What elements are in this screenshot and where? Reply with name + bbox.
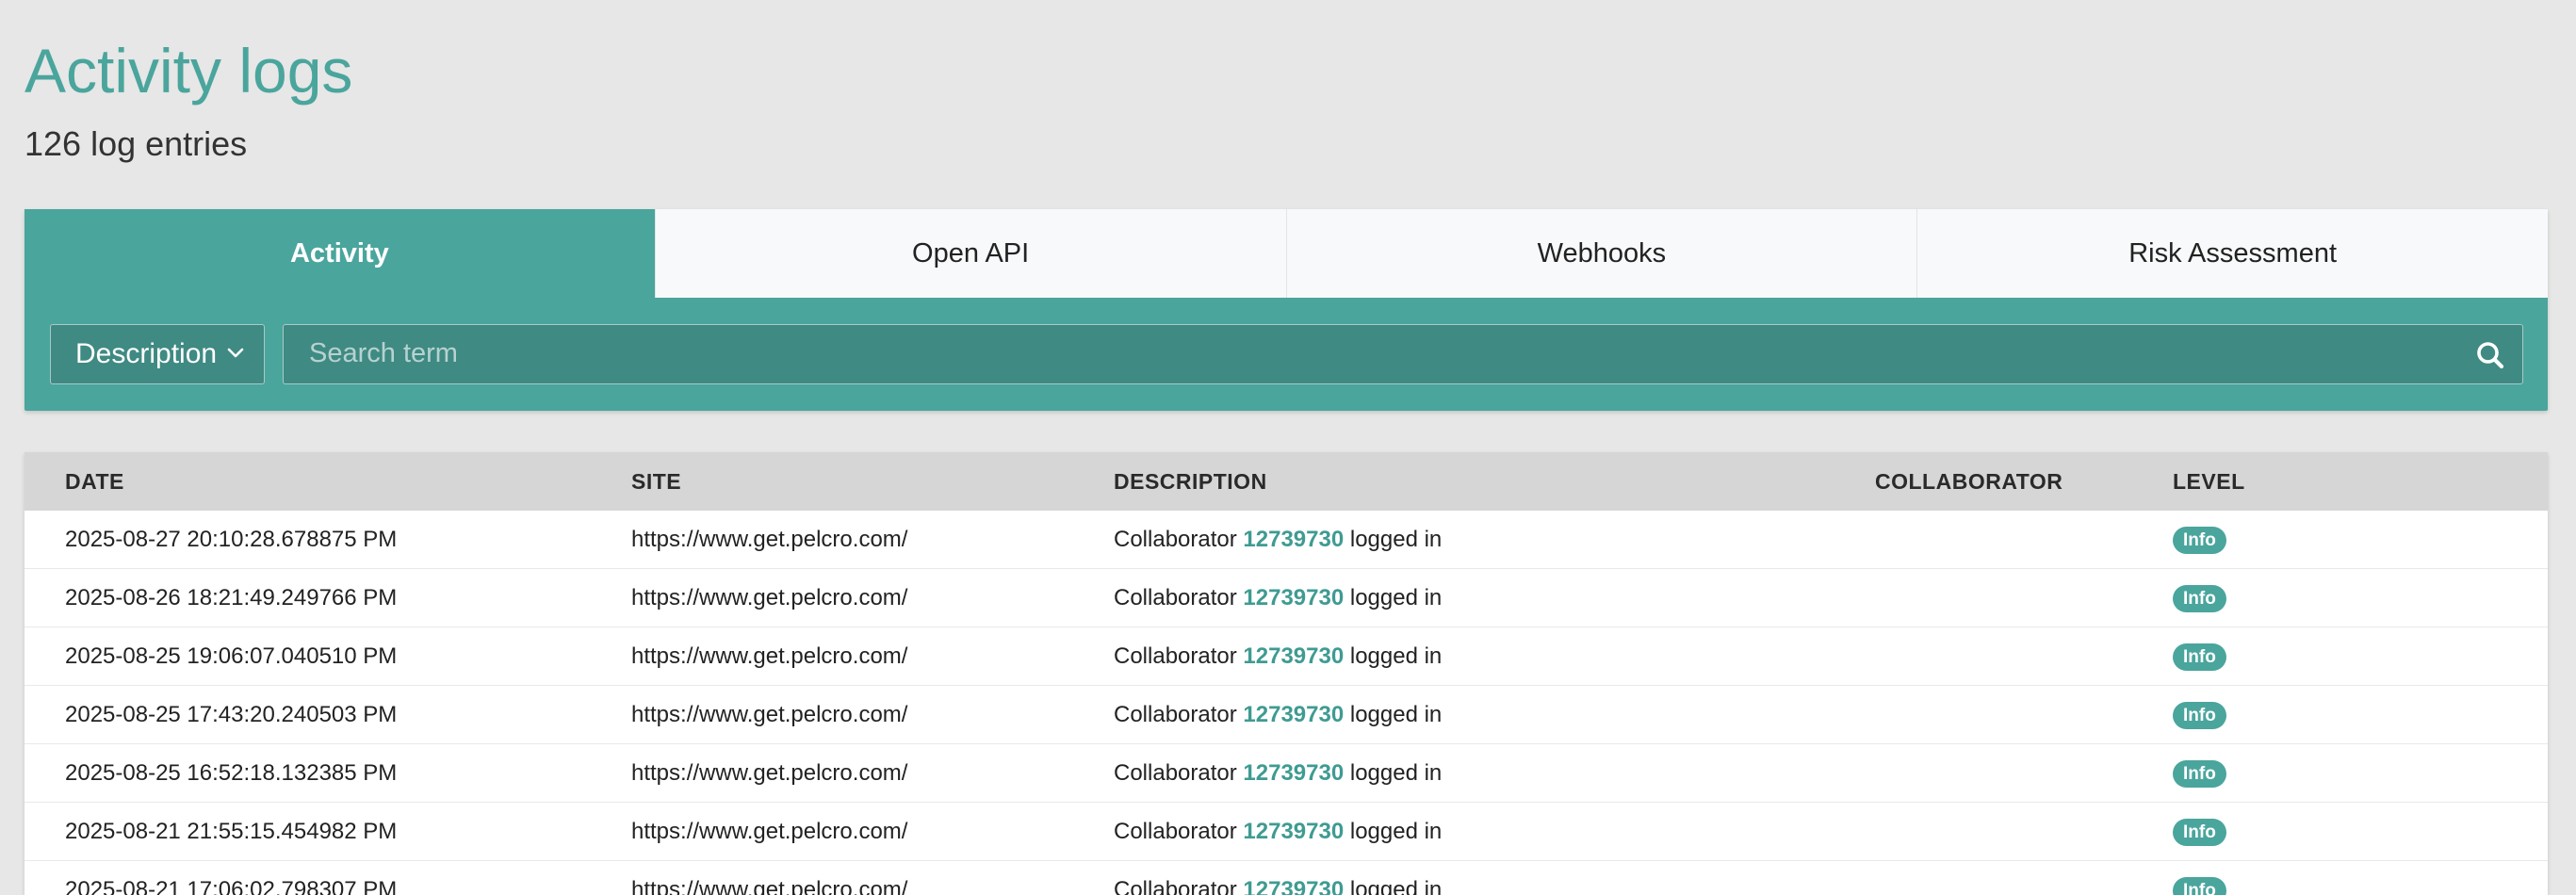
- description-text: Collaborator: [1114, 819, 1237, 844]
- table-row[interactable]: 2025-08-27 20:10:28.678875 PM https://ww…: [24, 511, 2548, 569]
- column-header-level[interactable]: LEVEL: [2173, 452, 2245, 511]
- description-text: Collaborator: [1114, 643, 1237, 669]
- table-row[interactable]: 2025-08-21 21:55:15.454982 PM https://ww…: [24, 803, 2548, 861]
- description-text: logged in: [1349, 760, 1443, 786]
- tab-open-api[interactable]: Open API: [654, 209, 1286, 298]
- level-cell: Info: [2173, 511, 2226, 569]
- table-row[interactable]: 2025-08-25 17:43:20.240503 PM https://ww…: [24, 686, 2548, 744]
- description-text: Collaborator: [1114, 760, 1237, 786]
- column-header-description[interactable]: DESCRIPTION: [1114, 452, 1267, 511]
- description-text: logged in: [1349, 585, 1443, 610]
- chevron-down-icon: [227, 348, 244, 358]
- collaborator-id-link[interactable]: 12739730: [1243, 527, 1344, 552]
- site-cell: https://www.get.pelcro.com/: [631, 760, 908, 786]
- table-row[interactable]: 2025-08-25 16:52:18.132385 PM https://ww…: [24, 744, 2548, 803]
- level-cell: Info: [2173, 627, 2226, 686]
- date-cell: 2025-08-25 19:06:07.040510 PM: [65, 643, 398, 669]
- date-cell: 2025-08-26 18:21:49.249766 PM: [65, 585, 398, 610]
- description-cell: Collaborator 12739730 logged in: [1114, 511, 1442, 569]
- date-cell: 2025-08-25 16:52:18.132385 PM: [65, 760, 398, 786]
- tab-activity[interactable]: Activity: [24, 209, 655, 298]
- level-badge: Info: [2173, 877, 2226, 895]
- description-cell: Collaborator 12739730 logged in: [1114, 627, 1442, 686]
- description-cell: Collaborator 12739730 logged in: [1114, 803, 1442, 861]
- description-text: logged in: [1349, 702, 1443, 727]
- date-cell: 2025-08-27 20:10:28.678875 PM: [65, 527, 398, 552]
- level-cell: Info: [2173, 861, 2226, 895]
- column-header-site[interactable]: SITE: [631, 452, 681, 511]
- level-cell: Info: [2173, 686, 2226, 744]
- level-cell: Info: [2173, 744, 2226, 803]
- description-cell: Collaborator 12739730 logged in: [1114, 744, 1442, 803]
- log-type-tabs: Activity Open API Webhooks Risk Assessme…: [24, 209, 2548, 298]
- description-text: Collaborator: [1114, 527, 1237, 552]
- site-cell: https://www.get.pelcro.com/: [631, 585, 908, 610]
- level-cell: Info: [2173, 569, 2226, 627]
- entry-count: 126 log entries: [24, 124, 248, 163]
- level-badge: Info: [2173, 760, 2226, 789]
- collaborator-id-link[interactable]: 12739730: [1243, 819, 1344, 844]
- log-filter-panel: Activity Open API Webhooks Risk Assessme…: [24, 209, 2548, 411]
- table-header: DATE SITE DESCRIPTION COLLABORATOR LEVEL: [24, 452, 2548, 511]
- search-input[interactable]: [284, 325, 2451, 382]
- description-text: Collaborator: [1114, 585, 1237, 610]
- description-text: logged in: [1349, 527, 1443, 552]
- date-cell: 2025-08-21 17:06:02.798307 PM: [65, 877, 398, 895]
- collaborator-id-link[interactable]: 12739730: [1243, 585, 1344, 610]
- search-icon[interactable]: [2475, 340, 2505, 370]
- collaborator-id-link[interactable]: 12739730: [1243, 643, 1344, 669]
- column-header-date[interactable]: DATE: [65, 452, 124, 511]
- site-cell: https://www.get.pelcro.com/: [631, 527, 908, 552]
- table-row[interactable]: 2025-08-26 18:21:49.249766 PM https://ww…: [24, 569, 2548, 627]
- search-box: [283, 324, 2523, 384]
- date-cell: 2025-08-25 17:43:20.240503 PM: [65, 702, 398, 727]
- column-header-collaborator[interactable]: COLLABORATOR: [1875, 452, 2062, 511]
- description-text: logged in: [1349, 877, 1443, 895]
- search-field-selected: Description: [75, 338, 218, 369]
- table-row[interactable]: 2025-08-21 17:06:02.798307 PM https://ww…: [24, 861, 2548, 895]
- level-badge: Info: [2173, 819, 2226, 847]
- site-cell: https://www.get.pelcro.com/: [631, 643, 908, 669]
- tab-webhooks[interactable]: Webhooks: [1285, 209, 1917, 298]
- search-field-select[interactable]: Description: [50, 324, 265, 384]
- level-badge: Info: [2173, 527, 2226, 555]
- level-badge: Info: [2173, 702, 2226, 730]
- site-cell: https://www.get.pelcro.com/: [631, 702, 908, 727]
- site-cell: https://www.get.pelcro.com/: [631, 819, 908, 844]
- level-cell: Info: [2173, 803, 2226, 861]
- activity-log-table: DATE SITE DESCRIPTION COLLABORATOR LEVEL…: [24, 452, 2548, 895]
- date-cell: 2025-08-21 21:55:15.454982 PM: [65, 819, 398, 844]
- collaborator-id-link[interactable]: 12739730: [1243, 760, 1344, 786]
- level-badge: Info: [2173, 643, 2226, 672]
- description-text: logged in: [1349, 819, 1443, 844]
- table-row[interactable]: 2025-08-25 19:06:07.040510 PM https://ww…: [24, 627, 2548, 686]
- description-cell: Collaborator 12739730 logged in: [1114, 686, 1442, 744]
- site-cell: https://www.get.pelcro.com/: [631, 877, 908, 895]
- tab-risk-assessment[interactable]: Risk Assessment: [1916, 209, 2548, 298]
- collaborator-id-link[interactable]: 12739730: [1243, 877, 1344, 895]
- description-text: Collaborator: [1114, 702, 1237, 727]
- description-text: logged in: [1349, 643, 1443, 669]
- description-cell: Collaborator 12739730 logged in: [1114, 861, 1442, 895]
- description-cell: Collaborator 12739730 logged in: [1114, 569, 1442, 627]
- collaborator-id-link[interactable]: 12739730: [1243, 702, 1344, 727]
- description-text: Collaborator: [1114, 877, 1237, 895]
- level-badge: Info: [2173, 585, 2226, 613]
- page-title: Activity logs: [24, 36, 353, 106]
